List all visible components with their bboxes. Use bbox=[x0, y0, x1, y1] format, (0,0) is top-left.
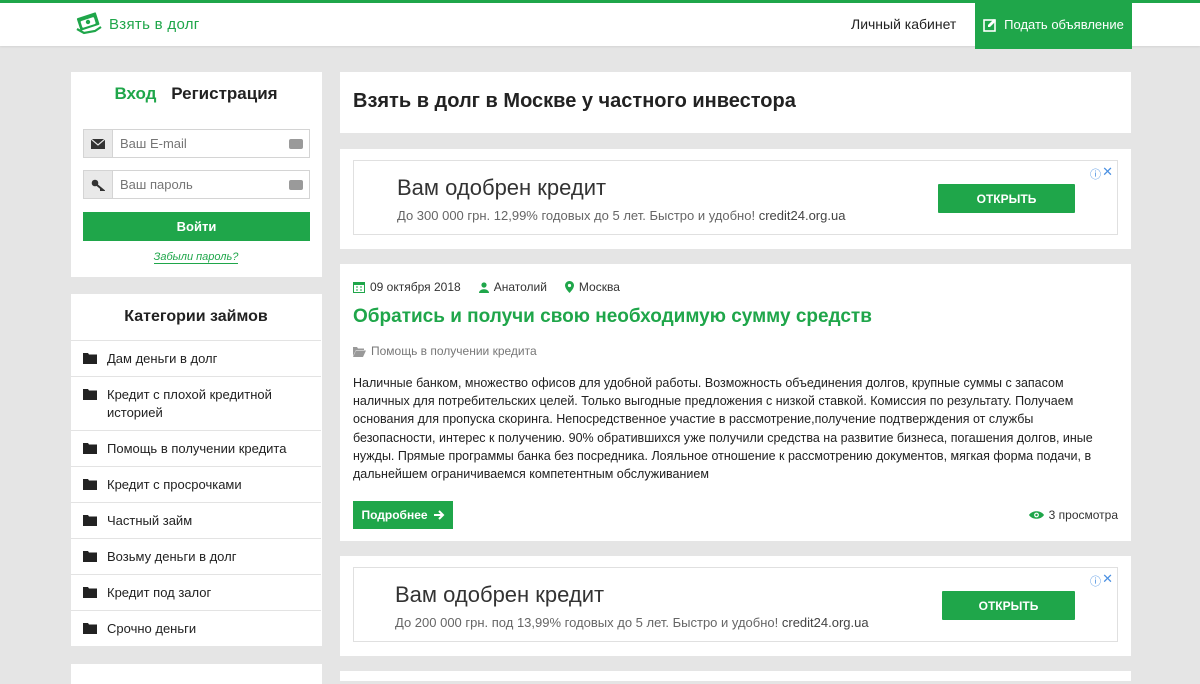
cabinet-link[interactable]: Личный кабинет bbox=[851, 16, 956, 32]
ad-title[interactable]: Вам одобрен кредит bbox=[395, 582, 604, 608]
category-label: Кредит с просрочками bbox=[107, 477, 242, 492]
envelope-icon bbox=[84, 130, 113, 157]
categories-title: Категории займов bbox=[124, 308, 268, 325]
map-marker-icon bbox=[564, 281, 574, 293]
category-item[interactable]: Срочно деньги bbox=[71, 610, 321, 646]
category-item[interactable]: Кредит с плохой кредитной историей bbox=[71, 376, 321, 430]
password-input[interactable] bbox=[113, 177, 283, 192]
category-label: Дам деньги в долг bbox=[107, 351, 218, 366]
folder-open-icon bbox=[353, 346, 366, 357]
post-ad-button[interactable]: Подать объявление bbox=[975, 0, 1132, 49]
post-meta: 09 октября 2018 Анатолий Москва bbox=[353, 280, 638, 294]
read-more-button[interactable]: Подробнее bbox=[353, 501, 453, 529]
page-title: Взять в долг в Москве у частного инвесто… bbox=[353, 90, 796, 112]
ad-close-icon[interactable]: ✕ bbox=[1102, 571, 1113, 587]
ad-domain: credit24.org.ua bbox=[781, 615, 869, 630]
ad-open-button[interactable]: ОТКРЫТЬ bbox=[938, 184, 1075, 213]
email-input[interactable] bbox=[113, 136, 283, 151]
folder-icon bbox=[83, 515, 97, 526]
edit-icon bbox=[983, 18, 997, 32]
post-city[interactable]: Москва bbox=[564, 280, 620, 294]
password-field bbox=[83, 170, 310, 199]
ad-open-button[interactable]: ОТКРЫТЬ bbox=[942, 591, 1075, 620]
post-body: Наличные банком, множество офисов для уд… bbox=[353, 376, 1093, 482]
forgot-password-label[interactable]: Забыли пароль? bbox=[153, 251, 239, 264]
ad-title[interactable]: Вам одобрен кредит bbox=[397, 175, 606, 201]
category-label: Срочно деньги bbox=[107, 621, 197, 636]
post-city-text: Москва bbox=[578, 280, 620, 294]
post-title[interactable]: Обратись и получи свою необходимую сумму… bbox=[353, 306, 872, 328]
folder-icon bbox=[83, 551, 97, 562]
auth-tabs: Вход Регистрация bbox=[71, 84, 321, 104]
ad-text: До 300 000 грн. 12,99% годовых до 5 лет.… bbox=[397, 208, 845, 223]
category-label: Кредит под залог bbox=[107, 585, 212, 600]
post-date-text: 09 октября 2018 bbox=[370, 280, 461, 294]
folder-icon bbox=[83, 623, 97, 634]
money-logo-icon bbox=[76, 12, 102, 35]
forgot-password-link[interactable]: Забыли пароль? bbox=[71, 251, 321, 264]
calendar-icon bbox=[353, 282, 365, 293]
ad-close-icon[interactable]: ✕ bbox=[1102, 164, 1113, 180]
post-author[interactable]: Анатолий bbox=[478, 280, 547, 294]
folder-icon bbox=[83, 479, 97, 490]
post-author-text: Анатолий bbox=[493, 280, 547, 294]
category-item[interactable]: Возьму деньги в долг bbox=[71, 538, 321, 574]
autofill-key-icon[interactable] bbox=[289, 179, 303, 190]
post-views-text: 3 просмотра bbox=[1048, 508, 1118, 522]
top-navbar: Взять в долг Личный кабинет Подать объяв… bbox=[0, 0, 1200, 49]
category-label: Кредит с плохой кредитной историей bbox=[107, 387, 272, 420]
ad-description: До 200 000 грн. под 13,99% годовых до 5 … bbox=[395, 615, 779, 630]
folder-icon bbox=[83, 443, 97, 454]
post-date: 09 октября 2018 bbox=[353, 280, 461, 294]
category-item[interactable]: Кредит под залог bbox=[71, 574, 321, 610]
ad-frame[interactable]: Вам одобрен кредит До 200 000 грн. под 1… bbox=[353, 567, 1118, 642]
folder-icon bbox=[83, 353, 97, 364]
category-item[interactable]: Частный займ bbox=[71, 502, 321, 538]
login-button[interactable]: Войти bbox=[83, 212, 310, 241]
ad-info-icon[interactable]: ⓘ bbox=[1090, 166, 1101, 182]
tab-login[interactable]: Вход bbox=[114, 84, 156, 103]
ad-domain: credit24.org.ua bbox=[758, 208, 846, 223]
folder-icon bbox=[83, 587, 97, 598]
post-category[interactable]: Помощь в получении кредита bbox=[353, 344, 537, 358]
email-field bbox=[83, 129, 310, 158]
page-title-panel: Взять в долг в Москве у частного инвесто… bbox=[340, 72, 1131, 133]
sidebar-next-panel bbox=[71, 664, 322, 684]
category-label: Помощь в получении кредита bbox=[107, 441, 287, 456]
site-logo[interactable]: Взять в долг bbox=[75, 11, 200, 37]
category-item[interactable]: Дам деньги в долг bbox=[71, 340, 321, 376]
post-category-label: Помощь в получении кредита bbox=[371, 344, 537, 358]
category-item[interactable]: Кредит с просрочками bbox=[71, 466, 321, 502]
ad-info-icon[interactable]: ⓘ bbox=[1090, 573, 1101, 589]
logo-text: Взять в долг bbox=[109, 15, 200, 33]
ad-frame[interactable]: Вам одобрен кредит До 300 000 грн. 12,99… bbox=[353, 160, 1118, 235]
category-item[interactable]: Помощь в получении кредита bbox=[71, 430, 321, 466]
ad-description: До 300 000 грн. 12,99% годовых до 5 лет.… bbox=[397, 208, 756, 223]
read-more-label: Подробнее bbox=[361, 508, 428, 522]
arrow-right-icon bbox=[433, 510, 444, 520]
key-icon bbox=[84, 171, 113, 198]
eye-icon bbox=[1028, 511, 1044, 519]
ad-banner: Вам одобрен кредит До 200 000 грн. под 1… bbox=[340, 556, 1131, 656]
login-panel: Вход Регистрация Войти Забыли пароль? bbox=[71, 72, 322, 277]
category-label: Частный займ bbox=[107, 513, 193, 528]
autofill-key-icon[interactable] bbox=[289, 138, 303, 149]
tab-register[interactable]: Регистрация bbox=[171, 84, 277, 103]
category-label: Возьму деньги в долг bbox=[107, 549, 237, 564]
post-views: 3 просмотра bbox=[1028, 508, 1118, 522]
post-ad-label: Подать объявление bbox=[1004, 17, 1124, 32]
post-card: 09 октября 2018 Анатолий Москва Обратись… bbox=[340, 264, 1131, 541]
ad-banner: Вам одобрен кредит До 300 000 грн. 12,99… bbox=[340, 149, 1131, 249]
next-post-card bbox=[340, 671, 1131, 681]
categories-panel: Категории займов Дам деньги в долг Креди… bbox=[71, 294, 322, 646]
ad-text: До 200 000 грн. под 13,99% годовых до 5 … bbox=[395, 615, 869, 630]
folder-icon bbox=[83, 389, 97, 400]
user-icon bbox=[478, 281, 489, 293]
